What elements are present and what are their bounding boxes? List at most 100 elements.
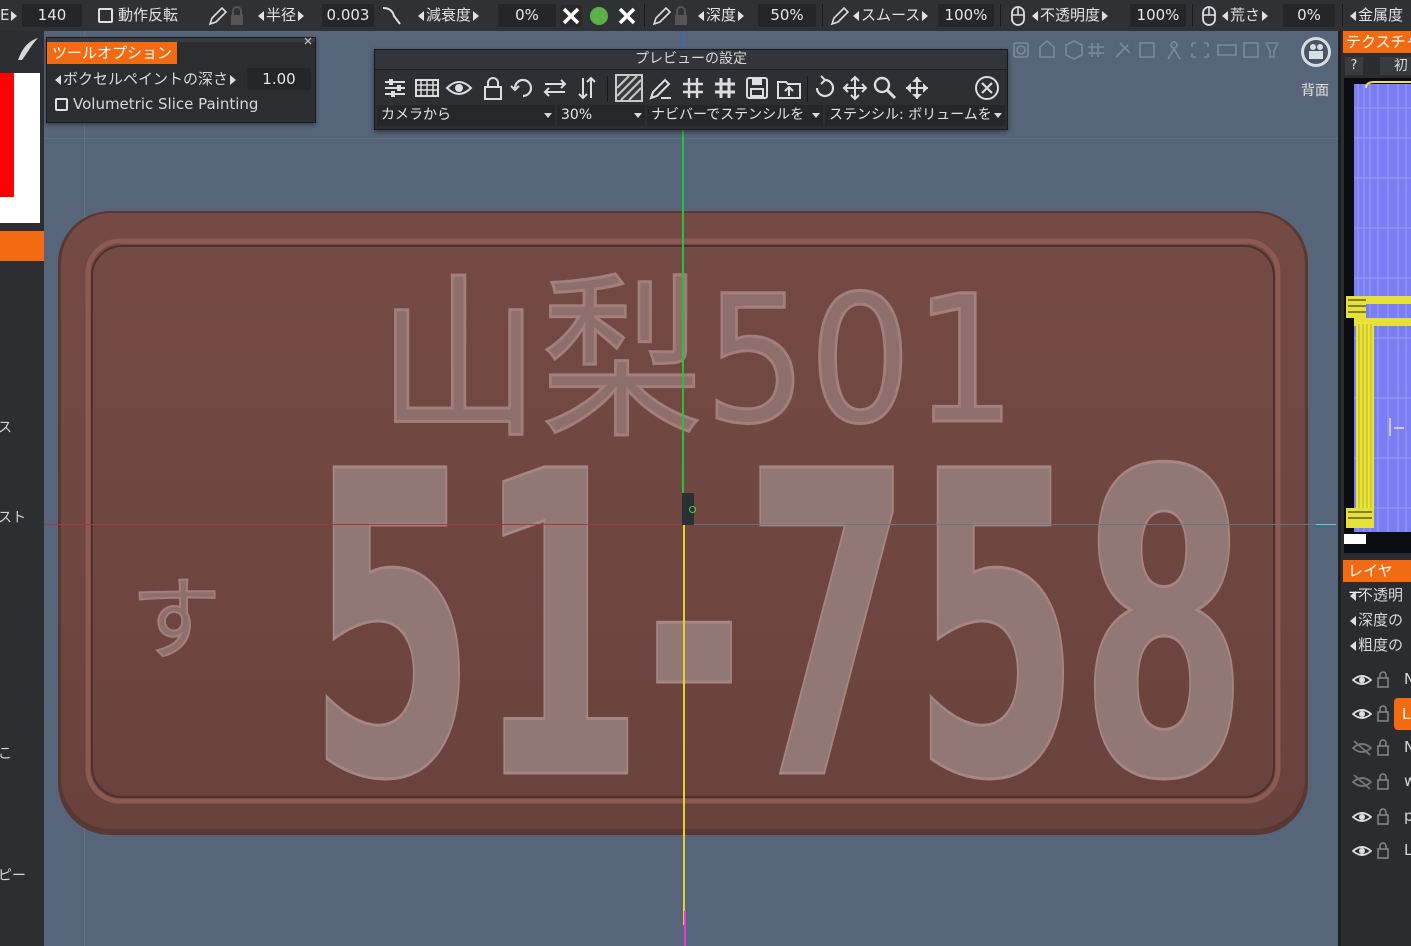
move-icon[interactable] xyxy=(841,74,869,102)
rotate-stencil-icon[interactable] xyxy=(811,74,839,102)
brush-stroke-icon[interactable] xyxy=(14,36,40,62)
opacity-control[interactable]: 不透明度 xyxy=(1032,0,1109,31)
layer-name: L xyxy=(1404,841,1411,859)
voxel-depth-value-field[interactable]: 1.00 xyxy=(247,68,311,90)
gizmo-point[interactable] xyxy=(689,506,696,513)
zoom-icon[interactable] xyxy=(871,74,899,102)
texture-tab[interactable]: テクスチャ xyxy=(1343,31,1411,53)
mouse-icon[interactable] xyxy=(1006,4,1030,28)
init-button[interactable]: 初 xyxy=(1380,57,1411,75)
lock-icon[interactable] xyxy=(1376,704,1390,722)
size-value-field[interactable]: 140 xyxy=(22,4,82,27)
layer-name: N xyxy=(1404,670,1411,688)
volumetric-slice-checkbox[interactable]: Volumetric Slice Painting xyxy=(55,93,258,115)
pen-pressure-icon[interactable] xyxy=(206,4,230,28)
layer-opacity-control[interactable]: 不透明 xyxy=(1350,584,1403,605)
smooth-value-field[interactable]: 100% xyxy=(938,4,994,27)
eye-icon[interactable] xyxy=(1352,809,1372,825)
stencil-grid-icon[interactable] xyxy=(679,74,707,102)
left-item-pi[interactable]: ピー xyxy=(0,865,26,885)
tool-options-panel: ツールオプション ボクセルペイントの深さ 1.00 Volumetric Sli… xyxy=(46,37,316,123)
depth-control[interactable]: 深度 xyxy=(698,0,745,31)
percent-dropdown[interactable]: 30% xyxy=(557,105,645,126)
stencil-pencil-icon[interactable] xyxy=(647,74,675,102)
scale-icon[interactable] xyxy=(903,74,931,102)
arrow-left-icon xyxy=(1350,640,1356,651)
layer-row-selected[interactable]: L xyxy=(1352,698,1411,730)
rotate-icon[interactable] xyxy=(509,74,537,102)
3d-viewport[interactable]: 背面 山梨501 す 51-758 xyxy=(44,31,1338,946)
pen-pressure-icon[interactable] xyxy=(650,4,674,28)
save-icon[interactable] xyxy=(743,74,771,102)
radius-value-field[interactable]: 0.003 xyxy=(322,4,374,27)
help-button[interactable]: ? xyxy=(1345,57,1363,75)
roughness-value-field[interactable]: 0% xyxy=(1283,4,1335,27)
layer-row[interactable]: N xyxy=(1352,736,1411,762)
layer-row[interactable]: p xyxy=(1352,805,1411,831)
eye-icon[interactable] xyxy=(1352,672,1372,688)
flip-horizontal-icon[interactable] xyxy=(541,74,569,102)
navi-stencil-dropdown[interactable]: ナビバーでステンシルを xyxy=(647,105,823,126)
roughness-control[interactable]: 荒さ xyxy=(1222,0,1269,31)
camera-icon[interactable] xyxy=(1299,35,1333,69)
volumetric-label: Volumetric Slice Painting xyxy=(73,95,259,113)
tool-options-tab[interactable]: ツールオプション xyxy=(47,42,178,64)
layer-roughness-control[interactable]: 粗度の xyxy=(1350,634,1403,655)
layer-row[interactable]: L xyxy=(1352,839,1411,865)
color-swatch-red[interactable] xyxy=(0,73,14,197)
layers-tab[interactable]: レイヤー xyxy=(1343,560,1411,602)
left-item-ni[interactable]: こ xyxy=(0,743,12,763)
eye-hidden-icon[interactable] xyxy=(1352,740,1372,756)
texture-uv-preview[interactable] xyxy=(1344,78,1411,553)
radius-control[interactable]: 半径 xyxy=(258,0,305,31)
motion-flip-checkbox[interactable]: 動作反転 xyxy=(98,0,178,31)
layer-row[interactable]: N xyxy=(1352,668,1411,694)
falloff-curve-icon[interactable] xyxy=(380,4,404,28)
smooth-control[interactable]: スムース xyxy=(853,0,929,31)
eye-hidden-icon[interactable] xyxy=(1352,774,1372,790)
load-icon[interactable] xyxy=(775,74,803,102)
color-dot-icon[interactable] xyxy=(587,4,611,28)
opacity-value-field[interactable]: 100% xyxy=(1130,4,1186,27)
preview-settings-title: プレビューの設定 xyxy=(375,50,1007,70)
navi-dropdown-value: ナビバーでステンシルを xyxy=(651,107,805,123)
falloff-value-field[interactable]: 0% xyxy=(498,4,556,27)
left-item-su[interactable]: ス xyxy=(0,417,12,437)
mouse-icon[interactable] xyxy=(1197,4,1221,28)
flip-vertical-icon[interactable] xyxy=(573,74,601,102)
metal-control[interactable]: 金属度 xyxy=(1350,0,1403,31)
lock-icon[interactable] xyxy=(673,4,689,28)
arrow-right-icon xyxy=(473,10,480,21)
voxel-depth-control[interactable]: ボクセルペイントの深さ xyxy=(55,68,237,90)
close-circle-icon[interactable] xyxy=(973,74,1001,102)
x-toggle-icon[interactable] xyxy=(559,4,583,28)
orange-tab[interactable] xyxy=(0,231,44,261)
size-arrow[interactable]: E xyxy=(0,0,18,31)
stencil-volume-dropdown[interactable]: ステンシル: ボリュームを xyxy=(825,105,1005,126)
sliders-icon[interactable] xyxy=(381,74,409,102)
layer-row[interactable]: w xyxy=(1352,770,1411,796)
camera-dropdown-value: カメラから xyxy=(381,107,451,123)
lock-icon[interactable] xyxy=(1376,738,1390,756)
close-icon[interactable] xyxy=(303,36,313,46)
lock-icon[interactable] xyxy=(479,74,507,102)
left-item-suto[interactable]: スト xyxy=(0,507,26,527)
eye-icon[interactable] xyxy=(1352,843,1372,859)
hash-icon[interactable] xyxy=(711,74,739,102)
grid-pattern-icon[interactable] xyxy=(413,74,441,102)
lock-icon[interactable] xyxy=(1376,841,1390,859)
x-toggle-icon[interactable] xyxy=(615,4,639,28)
lock-icon[interactable] xyxy=(1376,772,1390,790)
pen-pressure-icon[interactable] xyxy=(828,4,852,28)
lock-icon[interactable] xyxy=(229,4,245,28)
layer-depth-control[interactable]: 深度の xyxy=(1350,609,1403,630)
lock-icon[interactable] xyxy=(1376,670,1390,688)
lock-icon[interactable] xyxy=(1376,807,1390,825)
falloff-control[interactable]: 減衰度 xyxy=(418,0,480,31)
eye-icon[interactable] xyxy=(445,74,473,102)
depth-value-field[interactable]: 50% xyxy=(758,4,816,27)
chevron-down-icon xyxy=(634,113,642,118)
camera-dropdown[interactable]: カメラから xyxy=(377,105,555,126)
eye-icon[interactable] xyxy=(1352,706,1372,722)
stencil-hatch-icon[interactable] xyxy=(613,72,645,104)
